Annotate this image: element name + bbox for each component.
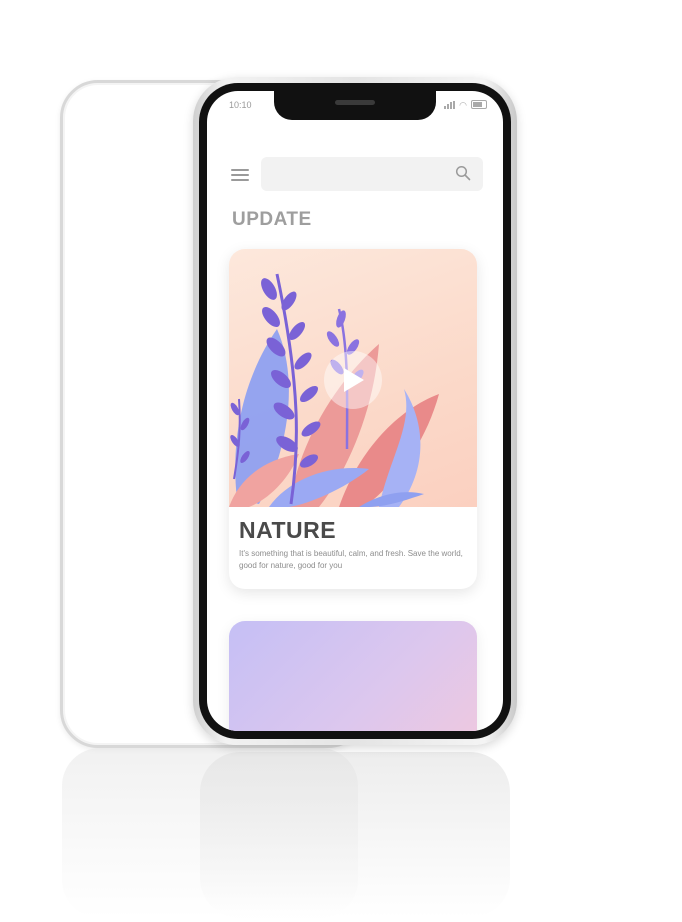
signal-icon [444,101,456,109]
feed-card-gradient[interactable] [229,621,477,731]
battery-icon [471,100,487,109]
notch [274,91,436,120]
search-input[interactable] [261,157,483,191]
phone-bezel: 10:10 ◠ UPDATE NATURE It's something tha… [199,83,511,739]
play-icon [344,368,364,392]
wifi-icon: ◠ [459,100,467,110]
phone-frame: 10:10 ◠ UPDATE NATURE It's something tha… [193,77,517,745]
play-button[interactable] [324,351,382,409]
card-illustration [229,249,477,507]
front-phone-reflection [200,752,510,918]
status-icons: ◠ [444,100,487,110]
status-time: 10:10 [229,100,252,110]
card-description: It's something that is beautiful, calm, … [239,549,463,570]
search-icon[interactable] [455,165,471,181]
speaker-grille [335,100,375,105]
card-title: NATURE [239,517,337,543]
section-title: UPDATE [232,209,312,230]
feed-card-nature[interactable]: NATURE It's something that is beautiful,… [229,249,477,589]
phone-screen: 10:10 ◠ UPDATE NATURE It's something tha… [207,91,503,731]
menu-icon[interactable] [231,169,249,181]
